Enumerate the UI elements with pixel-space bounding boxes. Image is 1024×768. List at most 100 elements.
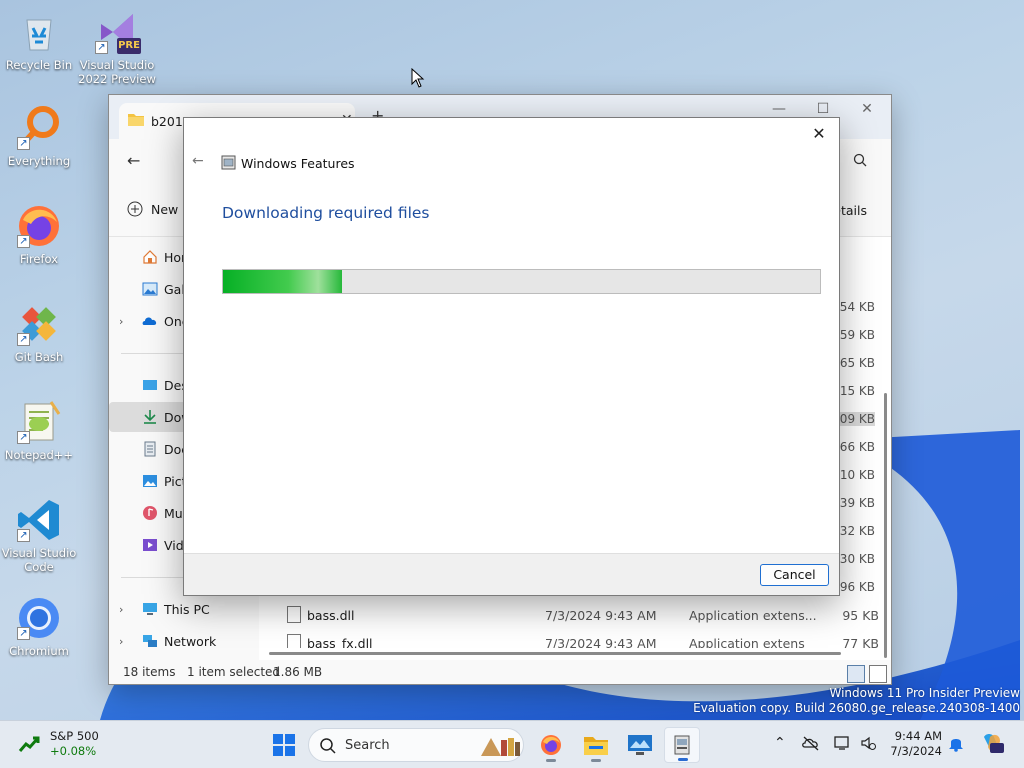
back-arrow-icon[interactable]: ← xyxy=(127,151,140,170)
new-button-label: New xyxy=(151,201,179,217)
nav-item-this-pc[interactable]: › This PC xyxy=(109,594,259,624)
shortcut-arrow-icon: ↗ xyxy=(17,235,30,248)
chevron-right-icon[interactable]: › xyxy=(119,603,123,616)
notification-bell-icon[interactable] xyxy=(948,734,964,756)
file-size: 10 KB xyxy=(839,468,875,482)
desktop-icon-visual-studio-preview[interactable]: PRE ↗ Visual Studio 2022 Preview xyxy=(78,8,156,86)
shortcut-arrow-icon: ↗ xyxy=(17,431,30,444)
dialog-footer: Cancel xyxy=(184,553,839,595)
music-icon xyxy=(142,505,158,521)
file-size: 96 KB xyxy=(839,580,875,594)
chromium-icon: ↗ xyxy=(15,594,63,642)
volume-muted-icon[interactable] xyxy=(860,735,876,755)
dialog-title: Windows Features xyxy=(241,156,355,171)
search-icon[interactable] xyxy=(853,153,867,170)
taskbar-windows-features[interactable] xyxy=(664,727,700,763)
git-bash-icon: ↗ xyxy=(15,300,63,348)
desktop-icon-vscode[interactable]: ↗ Visual Studio Code xyxy=(0,496,78,574)
downloads-icon xyxy=(142,409,158,425)
close-icon[interactable]: ✕ xyxy=(845,101,889,125)
desktop-icon-notepad-plus-plus[interactable]: ↗ Notepad++ xyxy=(0,398,78,462)
everything-search-icon: ↗ xyxy=(15,104,63,152)
onedrive-offline-icon[interactable] xyxy=(802,735,820,755)
running-indicator xyxy=(591,759,601,762)
cancel-button[interactable]: Cancel xyxy=(760,564,829,586)
selection-info: 1 item selected xyxy=(187,665,281,679)
plus-circle-icon xyxy=(127,201,143,217)
desktop-icon-chromium[interactable]: ↗ Chromium xyxy=(0,594,78,658)
dialog-heading: Downloading required files xyxy=(222,204,430,222)
taskbar-firefox[interactable] xyxy=(533,727,569,763)
mouse-cursor-icon xyxy=(411,68,425,88)
taskbar-remote-desktop[interactable] xyxy=(622,727,658,763)
download-progress-bar xyxy=(222,269,821,294)
stock-change: +0.08% xyxy=(50,744,97,758)
network-display-icon[interactable] xyxy=(834,735,852,755)
progress-fill xyxy=(223,270,343,293)
tiles-view-icon[interactable] xyxy=(869,665,887,683)
search-highlight-icon xyxy=(479,734,521,761)
start-button[interactable] xyxy=(266,727,302,763)
network-icon xyxy=(142,633,158,649)
remote-desktop-icon xyxy=(628,735,652,755)
chevron-up-icon[interactable]: ⌃ xyxy=(774,735,786,751)
notepad-plus-plus-icon: ↗ xyxy=(15,398,63,446)
recycle-bin-icon xyxy=(15,8,63,56)
desktop-icon-everything[interactable]: ↗ Everything xyxy=(0,104,78,168)
search-label: Search xyxy=(345,738,390,753)
shortcut-arrow-icon: ↗ xyxy=(95,41,108,54)
shortcut-arrow-icon: ↗ xyxy=(17,333,30,346)
nav-item-network[interactable]: › Network xyxy=(109,626,259,656)
running-indicator xyxy=(546,759,556,762)
explorer-status-bar: 18 items 1 item selected 1.86 MB xyxy=(109,660,891,684)
table-row[interactable]: bass.dll 7/3/2024 9:43 AM Application ex… xyxy=(279,602,879,628)
file-size: 65 KB xyxy=(839,356,875,370)
copilot-icon[interactable] xyxy=(980,731,1004,759)
item-count: 18 items xyxy=(123,665,176,679)
visual-studio-preview-icon: PRE ↗ xyxy=(93,8,141,56)
dll-file-icon xyxy=(287,606,301,623)
gallery-icon xyxy=(142,281,158,297)
vertical-scrollbar[interactable] xyxy=(884,393,887,658)
clock-time: 9:44 AM xyxy=(894,729,942,743)
selection-size: 1.86 MB xyxy=(273,665,323,679)
onedrive-icon xyxy=(142,313,158,329)
desktop-icon xyxy=(142,377,158,393)
new-button[interactable]: New xyxy=(127,201,178,217)
desktop-icon-recycle-bin[interactable]: Recycle Bin xyxy=(0,8,78,72)
taskbar-file-explorer[interactable] xyxy=(578,727,614,763)
vscode-icon: ↗ xyxy=(15,496,63,544)
shortcut-arrow-icon: ↗ xyxy=(17,137,30,150)
back-arrow-icon[interactable]: ← xyxy=(192,153,204,169)
windows-features-icon xyxy=(221,155,236,170)
file-size: 59 KB xyxy=(839,328,875,342)
taskbar: S&P 500 +0.08% Search ⌃ 9:44 AM 7/3/2024 xyxy=(0,720,1024,768)
close-icon[interactable]: ✕ xyxy=(807,122,831,146)
firefox-icon: ↗ xyxy=(15,202,63,250)
stock-trend-icon xyxy=(18,736,40,752)
table-row[interactable]: bass_fx.dll 7/3/2024 9:43 AM Application… xyxy=(279,630,879,648)
desktop-icon-firefox[interactable]: ↗ Firefox xyxy=(0,202,78,266)
videos-icon xyxy=(142,537,158,553)
stock-widget[interactable]: S&P 500 +0.08% xyxy=(18,729,99,759)
taskbar-search-box[interactable]: Search xyxy=(308,728,524,762)
firefox-icon xyxy=(541,735,561,755)
folder-icon xyxy=(127,111,145,130)
pre-badge: PRE xyxy=(118,40,140,51)
clock-date: 7/3/2024 xyxy=(890,744,942,758)
shortcut-arrow-icon: ↗ xyxy=(17,627,30,640)
search-icon xyxy=(319,737,337,758)
shortcut-arrow-icon: ↗ xyxy=(17,529,30,542)
chevron-right-icon[interactable]: › xyxy=(119,315,123,328)
windows-features-icon xyxy=(674,735,690,755)
horizontal-scrollbar[interactable] xyxy=(269,652,841,655)
chevron-right-icon[interactable]: › xyxy=(119,635,123,648)
file-size: 15 KB xyxy=(839,384,875,398)
details-view-icon[interactable] xyxy=(847,665,865,683)
desktop-icon-git-bash[interactable]: ↗ Git Bash xyxy=(0,300,78,364)
pictures-icon xyxy=(142,473,158,489)
windows-features-dialog[interactable]: ✕ ← Windows Features Downloading require… xyxy=(183,117,840,596)
running-indicator xyxy=(678,758,688,761)
this-pc-icon xyxy=(142,601,158,617)
taskbar-clock[interactable]: 9:44 AM 7/3/2024 xyxy=(882,729,942,759)
